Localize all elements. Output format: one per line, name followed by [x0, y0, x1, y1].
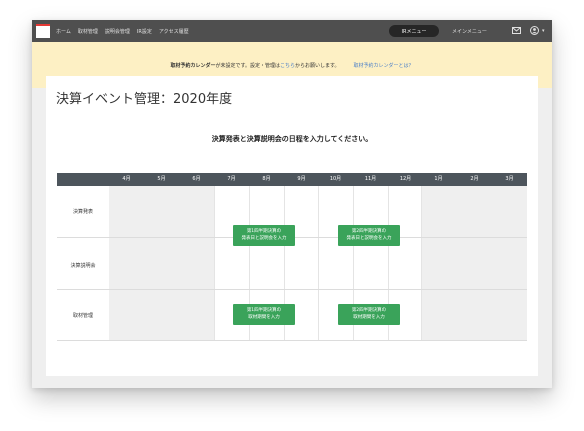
notice-text: が未設定です。設定・管理は: [215, 62, 280, 69]
main-card: 決算イベント管理：2020年度 決算発表と決算説明会の日程を入力してください。 …: [46, 76, 538, 376]
main-nav: ホーム 取材管理 説明会管理 IR設定 アクセス履歴: [56, 28, 196, 35]
month-header: 3月: [505, 176, 514, 182]
row-label-earnings-announcement: 決算発表: [72, 209, 93, 215]
top-navigation-bar: ホーム 取材管理 説明会管理 IR設定 アクセス履歴 IRメニュー メインメニュ…: [32, 20, 552, 42]
page-title: 決算イベント管理：2020年度: [56, 92, 233, 107]
notice-text-end: からお願いします。: [295, 62, 340, 69]
month-header: 8月: [262, 176, 271, 182]
month-header: 12月: [399, 176, 412, 182]
instruction-text: 決算発表と決算説明会の日程を入力してください。: [211, 135, 373, 143]
notice-bold-text: 取材予約カレンダー: [170, 62, 216, 69]
ir-menu-button[interactable]: IRメニュー: [389, 25, 439, 37]
month-header: 6月: [192, 176, 201, 182]
month-header: 7月: [227, 176, 236, 182]
q2-results-input-button[interactable]: 第2四半期決算の 発表日と説明会を入力: [338, 225, 400, 246]
month-header: 11月: [364, 176, 377, 182]
main-menu-button[interactable]: メインメニュー: [452, 28, 487, 35]
table-header: 4月 5月 6月 7月 8月 9月 10月 11月 12月 1月 2月 3月: [57, 173, 527, 186]
month-header: 9月: [297, 176, 306, 182]
row-label-interview-management: 取材管理: [72, 313, 93, 319]
nav-item-briefing-management[interactable]: 説明会管理: [105, 28, 130, 35]
schedule-table: 4月 5月 6月 7月 8月 9月 10月 11月 12月 1月 2月 3月 決…: [57, 173, 527, 341]
month-header: 2月: [470, 176, 479, 182]
nav-item-access-history[interactable]: アクセス履歴: [159, 28, 189, 35]
row-label-earnings-briefing: 決算説明会: [70, 263, 96, 269]
month-header: 1月: [434, 176, 443, 182]
app-window: ホーム 取材管理 説明会管理 IR設定 アクセス履歴 IRメニュー メインメニュ…: [32, 20, 552, 388]
q1-interview-period-button[interactable]: 第1四半期決算の 取材期間を入力: [233, 304, 295, 325]
chevron-down-icon[interactable]: ▾: [542, 28, 545, 34]
nav-item-home[interactable]: ホーム: [56, 28, 71, 35]
q2-interview-period-button[interactable]: 第2四半期決算の 取材期間を入力: [338, 304, 400, 325]
nav-item-ir-settings[interactable]: IR設定: [137, 28, 152, 35]
month-header: 4月: [122, 176, 131, 182]
q1-results-input-button[interactable]: 第1四半期決算の 発表日と説明会を入力: [233, 225, 295, 246]
user-icon[interactable]: [530, 26, 539, 35]
calendar-help-link[interactable]: 取材予約カレンダーとは？: [354, 62, 414, 69]
logo[interactable]: [36, 24, 50, 38]
notice-here-link[interactable]: こちら: [280, 62, 295, 69]
month-header: 5月: [157, 176, 166, 182]
month-header: 10月: [329, 176, 342, 182]
nav-item-interview-management[interactable]: 取材管理: [78, 28, 98, 35]
mail-icon[interactable]: [512, 27, 521, 34]
